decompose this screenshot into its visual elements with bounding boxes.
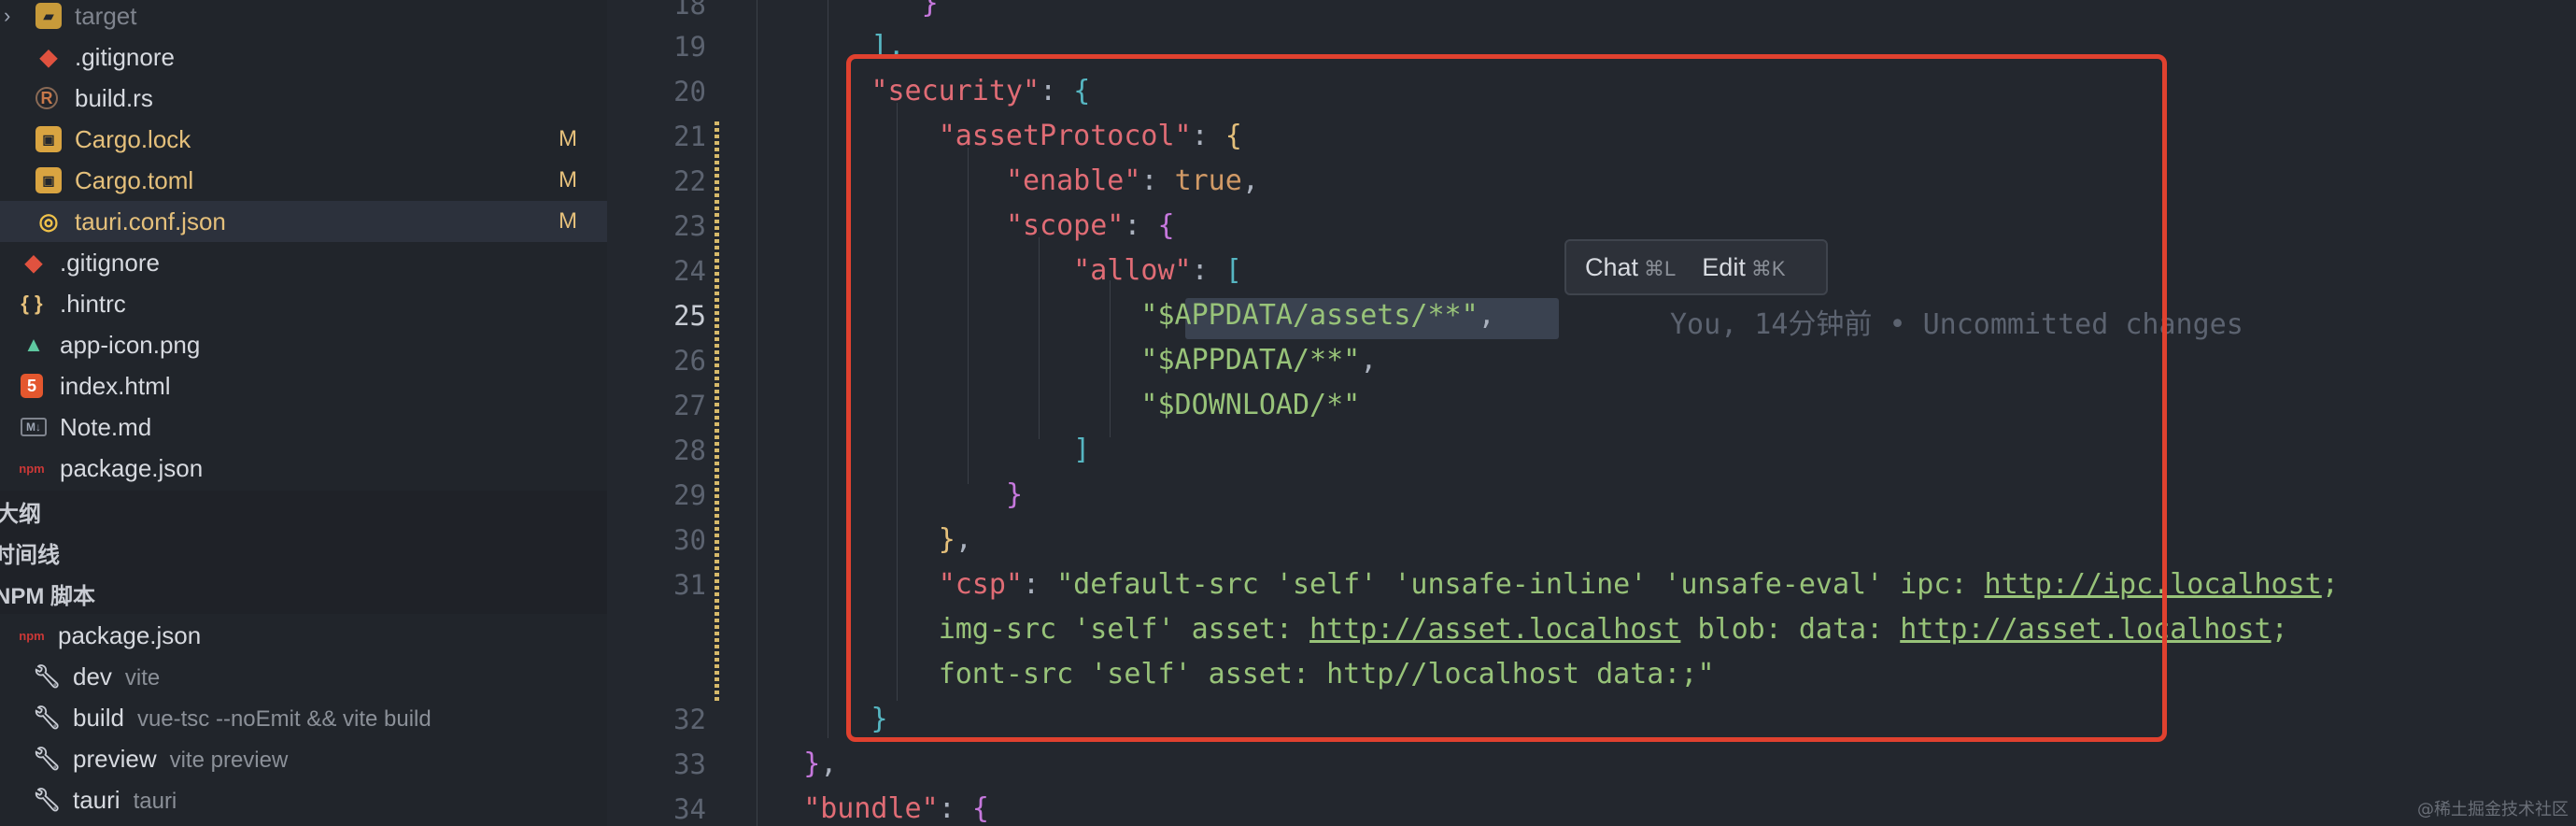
code-editor[interactable]: 18 19 20 21 22 23 24 25 26 27 28 29 30 3… [607,0,2576,826]
script-name: preview [73,744,157,773]
script-name: build [73,703,124,732]
npm-scripts-section-header[interactable]: NPM 脚本 [0,573,607,614]
script-command: vite [124,664,161,691]
line-number: 23 [673,210,706,242]
package-icon: ▣ [35,167,62,193]
line-number: 19 [673,31,706,63]
line-number: 21 [673,121,706,152]
modified-badge: M [559,208,577,234]
tree-item-gitignore-root[interactable]: ◆ .gitignore [0,242,607,283]
git-modified-gutter-marker [715,121,719,701]
tree-item-label: .gitignore [75,42,175,71]
line-number: 33 [673,748,706,780]
tree-item-label: index.html [60,371,171,400]
line-number: 28 [673,434,706,466]
line-number: 29 [673,479,706,511]
npm-script-build[interactable]: 🔧︎ build vue-tsc --noEmit && vite build [0,697,607,738]
edit-label: Edit [1702,252,1746,281]
tree-item-index-html[interactable]: 5 index.html [0,365,607,406]
tree-item-label: package.json [58,620,202,649]
folder-icon: ▰ [35,3,62,29]
markdown-icon: M↓ [21,418,47,436]
wrench-icon: 🔧︎ [32,705,62,731]
braces-icon: { } [21,292,43,315]
wrench-icon: 🔧︎ [32,746,62,772]
tree-item-label: Cargo.toml [75,165,194,194]
tauri-icon: ◎ [38,208,59,235]
tree-item-app-icon[interactable]: ▲ app-icon.png [0,324,607,365]
chat-shortcut: ⌘L [1644,256,1677,280]
npm-script-preview[interactable]: 🔧︎ preview vite preview [0,738,607,779]
tree-item-package-json[interactable]: npm package.json [0,448,607,489]
script-name: tauri [73,785,120,814]
wrench-icon: 🔧︎ [32,787,62,813]
tree-item-target-folder[interactable]: › ▰ target [0,0,607,36]
code-line-33: }, [803,748,838,780]
html5-icon: 5 [21,374,43,398]
rust-icon: R [35,87,58,109]
modified-badge: M [559,126,577,151]
tree-item-label: package.json [60,453,204,482]
line-number: 31 [673,569,706,601]
npm-script-dev[interactable]: 🔧︎ dev vite [0,656,607,697]
line-number: 30 [673,524,706,556]
explorer-sidebar: › ▰ target ◆ .gitignore R build.rs ▣ Car… [0,0,607,826]
npm-icon: npm [19,628,45,643]
git-icon: ◆ [39,44,58,70]
tree-item-label: Note.md [60,412,152,441]
line-number: 18 [673,0,706,21]
line-number: 32 [673,704,706,735]
tree-item-label: Cargo.lock [75,124,191,153]
tree-item-hintrc[interactable]: { } .hintrc [0,283,607,324]
script-command: vue-tsc --noEmit && vite build [136,705,432,732]
edit-button[interactable]: Edit ⌘K [1702,253,1785,282]
ai-action-popup: Chat ⌘L Edit ⌘K [1564,239,1828,295]
tree-item-label: tauri.conf.json [75,206,226,235]
image-icon: ▲ [23,333,44,356]
package-icon: ▣ [35,126,62,152]
line-number: 22 [673,165,706,197]
tree-item-cargo-lock[interactable]: ▣ Cargo.lock M [0,119,607,160]
tree-item-label: app-icon.png [60,330,201,359]
npm-icon: npm [19,461,45,476]
line-number: 20 [673,76,706,107]
modified-badge: M [559,167,577,192]
edit-shortcut: ⌘K [1750,256,1786,280]
tree-item-note-md[interactable]: M↓ Note.md [0,406,607,448]
chat-label: Chat [1585,252,1639,281]
tree-item-label: .hintrc [60,289,126,318]
annotation-highlight-box [846,54,2167,742]
line-number: 34 [673,793,706,825]
wrench-icon: 🔧︎ [32,663,62,690]
tree-item-build-rs[interactable]: R build.rs [0,78,607,119]
code-line-34: "bundle": { [803,792,989,825]
line-number: 24 [673,255,706,287]
tree-item-label: .gitignore [60,248,160,277]
outline-section-header[interactable]: 大纲 [0,491,607,532]
script-name: dev [73,662,112,691]
chevron-right-icon[interactable]: › [4,4,19,28]
line-number: 27 [673,390,706,421]
tree-item-label: target [75,1,137,30]
tree-item-cargo-toml[interactable]: ▣ Cargo.toml M [0,160,607,201]
script-command: tauri [133,788,177,814]
line-number: 26 [673,345,706,377]
npm-package-item[interactable]: npm package.json [0,615,607,656]
tree-item-gitignore[interactable]: ◆ .gitignore [0,36,607,78]
timeline-section-header[interactable]: 时间线 [0,532,607,573]
tree-item-tauri-conf-json[interactable]: ◎ tauri.conf.json M [0,201,607,242]
line-number-active: 25 [673,300,706,332]
code-line-18: } [921,0,939,20]
tree-item-label: build.rs [75,83,153,112]
npm-script-tauri[interactable]: 🔧︎ tauri tauri [0,779,607,820]
watermark: @稀土掘金技术社区 [2417,800,2569,819]
git-icon: ◆ [24,249,43,276]
chat-button[interactable]: Chat ⌘L [1585,253,1676,282]
script-command: vite preview [169,747,289,773]
